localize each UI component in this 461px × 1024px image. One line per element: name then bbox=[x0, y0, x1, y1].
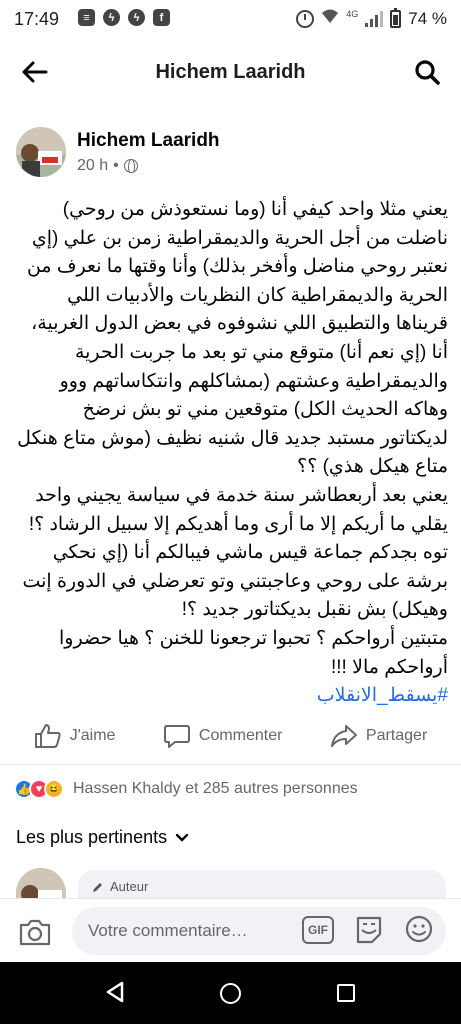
triangle-back-icon bbox=[106, 981, 124, 1003]
gif-button[interactable]: GIF bbox=[302, 916, 334, 944]
emoji-button[interactable] bbox=[404, 914, 434, 949]
author-badge: Auteur bbox=[92, 879, 148, 894]
globe-icon bbox=[123, 159, 138, 173]
sticker-button[interactable] bbox=[354, 914, 384, 951]
status-bar: 17:49 ≡ ϟ ϟ f 4G 74 % bbox=[0, 0, 461, 40]
camera-icon bbox=[19, 919, 51, 946]
smiley-icon bbox=[405, 915, 433, 943]
post-header: Hichem Laaridh 20 h • bbox=[0, 124, 461, 184]
comment-bubble[interactable]: Auteur bbox=[78, 870, 446, 900]
post-actions: J'aime Commenter Partager bbox=[0, 712, 461, 760]
comment-input[interactable] bbox=[72, 907, 446, 955]
gif-label: GIF bbox=[308, 923, 328, 937]
messenger-icon: ϟ bbox=[128, 9, 145, 26]
app-header: Hichem Laaridh bbox=[0, 40, 461, 104]
comments-filter[interactable]: Les plus pertinents bbox=[16, 827, 189, 848]
comment-composer: GIF bbox=[0, 898, 461, 962]
post-meta: 20 h • bbox=[77, 157, 138, 175]
search-button[interactable] bbox=[411, 56, 443, 88]
messenger-icon: ϟ bbox=[103, 9, 120, 26]
avatar[interactable] bbox=[16, 127, 66, 177]
battery-percent: 74 % bbox=[408, 8, 447, 28]
filter-label: Les plus pertinents bbox=[16, 827, 168, 847]
hashtag-link[interactable]: #يسقط_الانقلاب bbox=[12, 682, 448, 711]
facebook-icon: f bbox=[153, 9, 170, 26]
page-title: Hichem Laaridh bbox=[155, 61, 306, 83]
share-button[interactable]: Partager bbox=[330, 723, 427, 749]
comment-label: Commenter bbox=[198, 727, 283, 744]
reaction-icons: 👍 ♥ 😆 bbox=[14, 779, 64, 799]
thumbs-up-icon bbox=[34, 724, 61, 748]
pencil-icon bbox=[93, 882, 102, 892]
battery-icon bbox=[390, 7, 402, 28]
post-paragraph: يعني بعد أربعطاشر سنة خدمة في سياسة يجين… bbox=[22, 484, 448, 621]
network-type: 4G bbox=[346, 8, 359, 19]
status-time: 17:49 bbox=[14, 9, 60, 29]
notification-icons: ≡ ϟ ϟ f bbox=[78, 9, 170, 26]
nav-recents-button[interactable] bbox=[337, 984, 355, 1002]
chevron-down-icon bbox=[175, 833, 189, 842]
comment-button[interactable]: Commenter bbox=[163, 723, 283, 749]
share-label: Partager bbox=[365, 727, 428, 744]
like-button[interactable]: J'aime bbox=[34, 723, 116, 749]
post-paragraph: متبتين أرواحكم ؟ تحبوا ترجعونا للخنن ؟ ه… bbox=[59, 627, 448, 678]
haha-reaction-icon: 😆 bbox=[44, 779, 64, 799]
divider bbox=[0, 764, 461, 765]
signal-icon bbox=[365, 10, 384, 27]
sticker-icon bbox=[356, 916, 382, 944]
reactions-summary[interactable]: 👍 ♥ 😆 Hassen Khaldy et 285 autres person… bbox=[14, 777, 358, 801]
meta-separator: • bbox=[113, 157, 119, 174]
alarm-icon bbox=[296, 9, 315, 28]
nav-back-button[interactable] bbox=[104, 980, 126, 1009]
comment-icon bbox=[163, 725, 190, 748]
post-time[interactable]: 20 h bbox=[77, 157, 108, 175]
camera-button[interactable] bbox=[18, 917, 52, 952]
nav-home-button[interactable] bbox=[220, 983, 241, 1004]
comment-avatar[interactable] bbox=[16, 868, 66, 898]
post-paragraph: يعني مثلا واحد كيفي أنا (وما نستعوذش من … bbox=[17, 199, 448, 478]
post-author[interactable]: Hichem Laaridh bbox=[77, 130, 220, 152]
navigation-bar bbox=[0, 962, 461, 1024]
post-text: يعني مثلا واحد كيفي أنا (وما نستعوذش من … bbox=[12, 196, 448, 711]
wifi-icon bbox=[321, 8, 339, 29]
author-badge-label: Auteur bbox=[110, 879, 149, 894]
system-icons: 4G 74 % bbox=[296, 7, 447, 29]
reactions-text: Hassen Khaldy et 285 autres personnes bbox=[73, 780, 358, 797]
message-icon: ≡ bbox=[78, 9, 95, 26]
search-icon bbox=[415, 60, 440, 85]
like-label: J'aime bbox=[69, 727, 116, 744]
share-icon bbox=[330, 725, 357, 747]
